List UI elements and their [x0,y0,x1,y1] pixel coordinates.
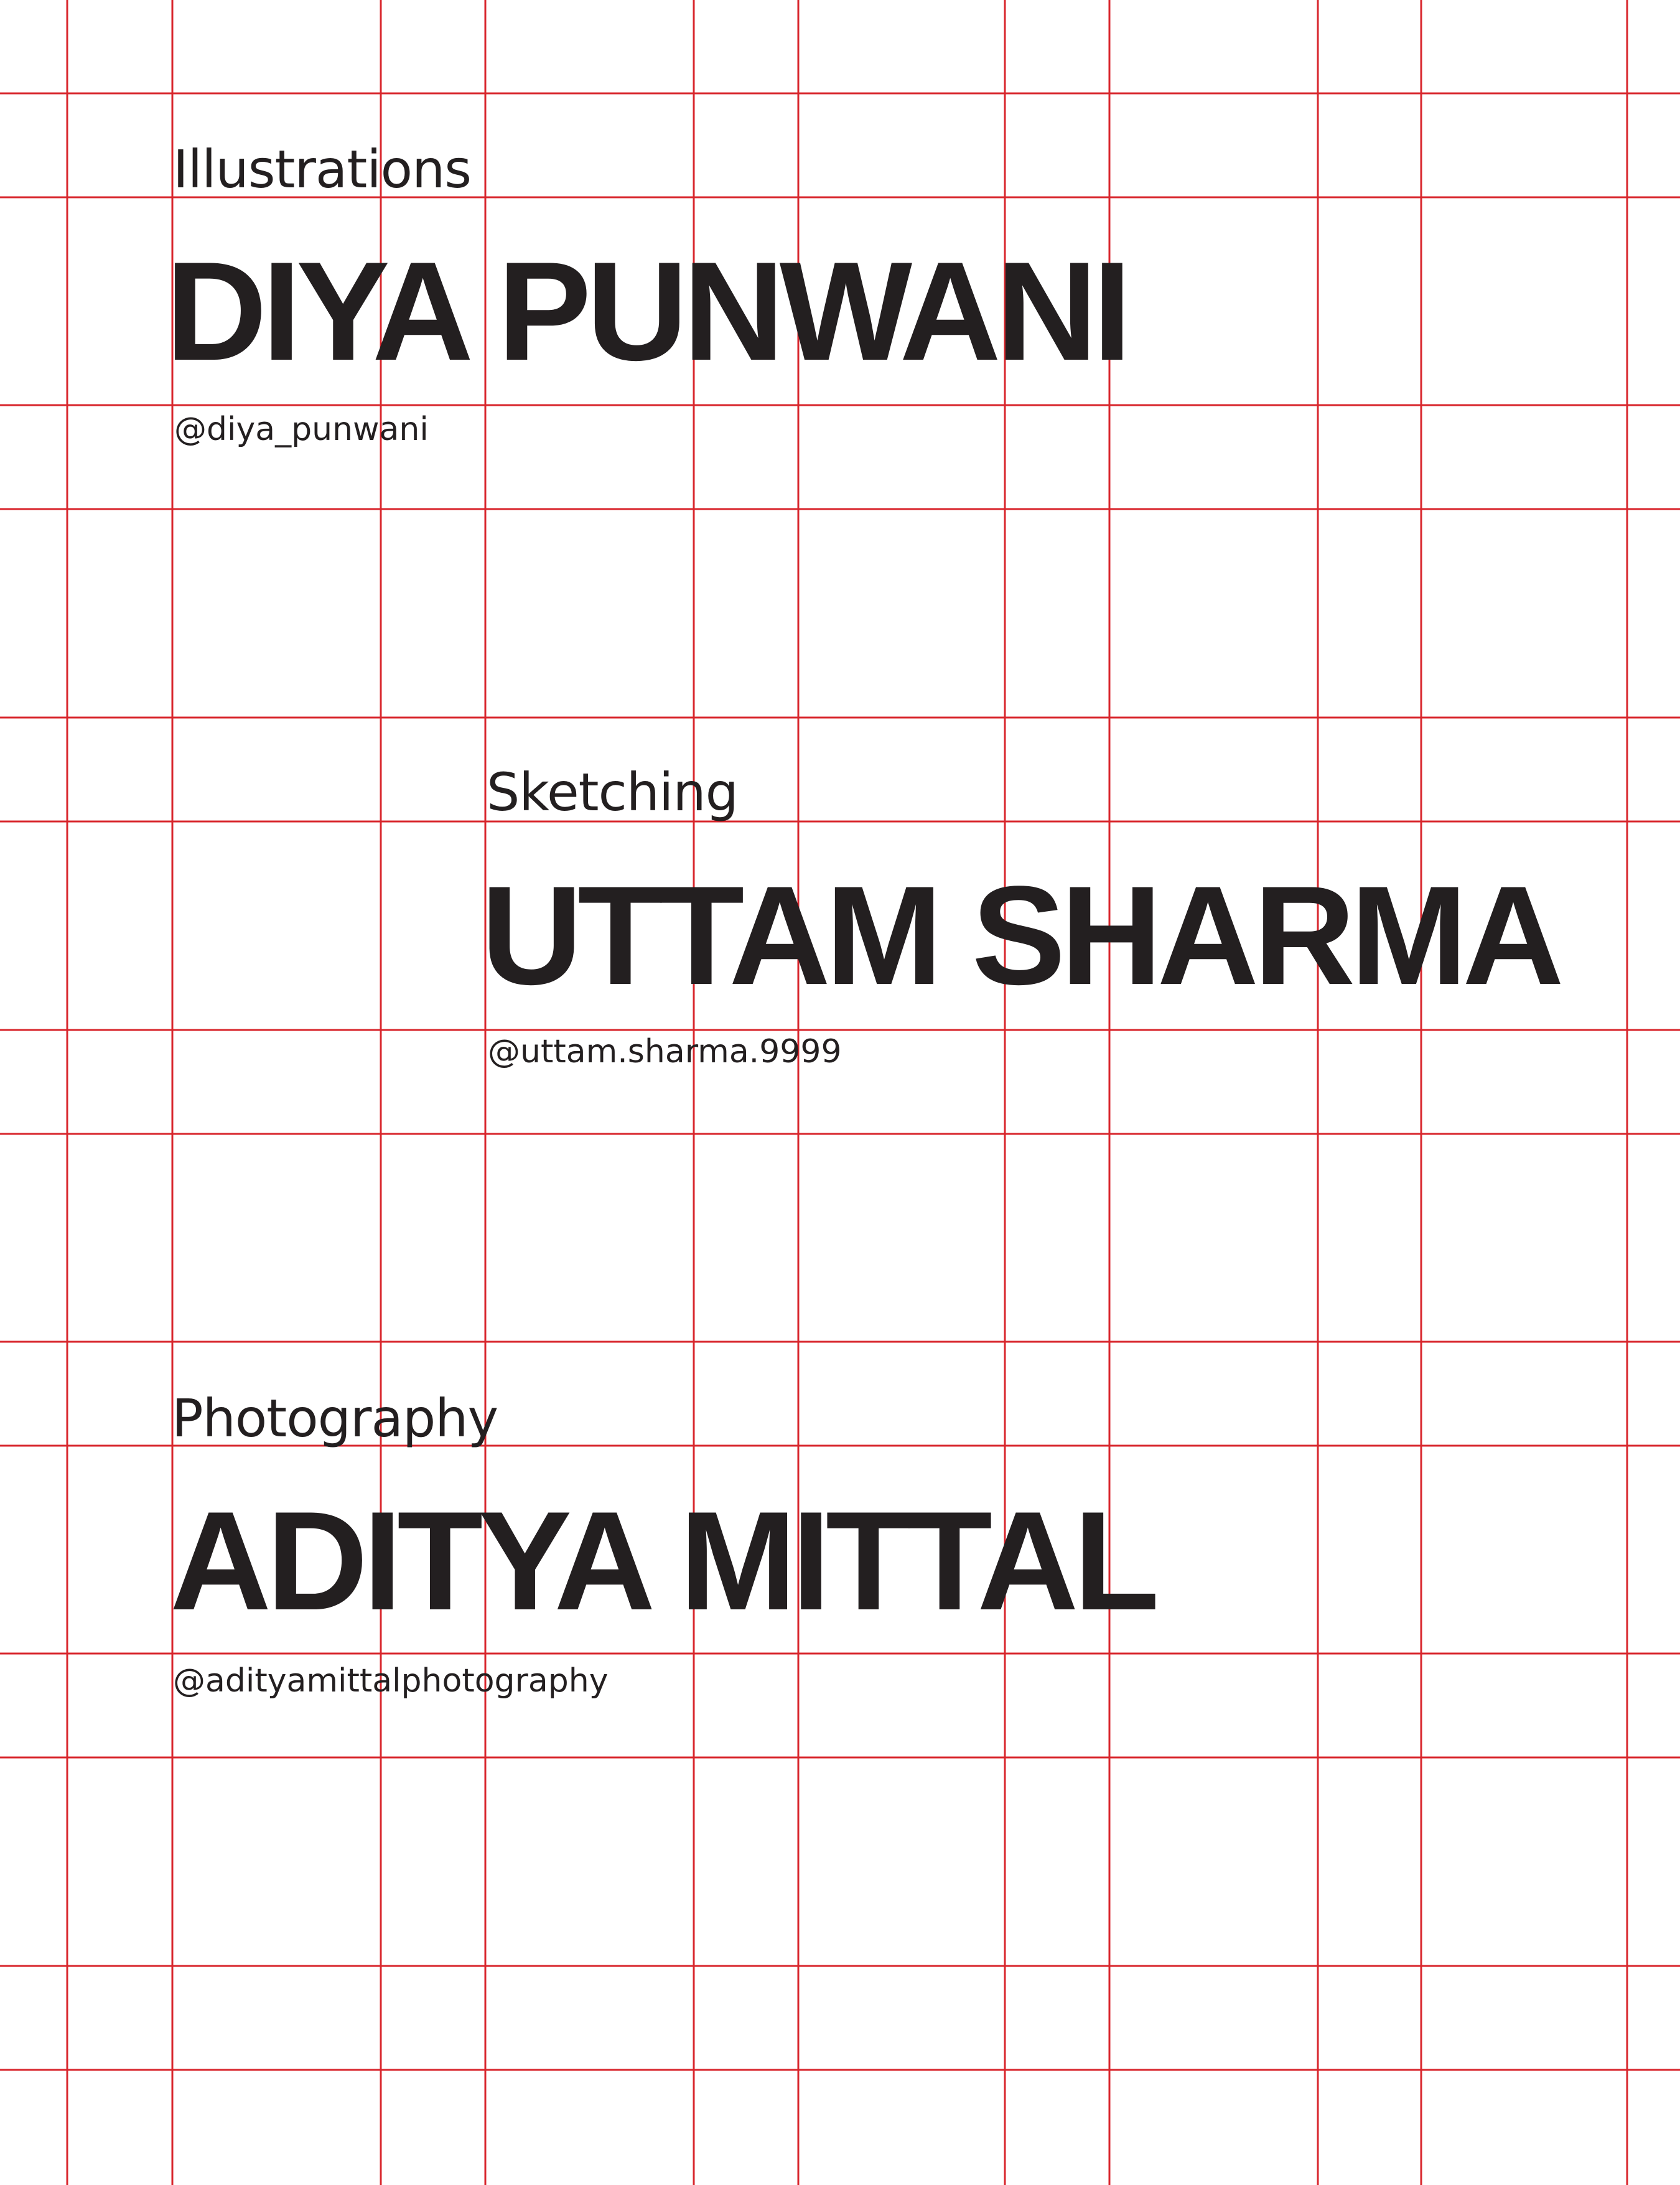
artist-name: ADITYA MITTAL [170,1482,1160,1639]
artist-name: UTTAM SHARMA [481,856,1564,1014]
artist-name: DIYA PUNWANI [166,232,1132,390]
page: Illustrations DIYA PUNWANI @diya_punwani… [0,0,1680,2185]
social-handle: @uttam.sharma.9999 [488,1033,842,1070]
category-label: Sketching [487,762,739,823]
category-label: Photography [172,1388,498,1449]
category-label: Illustrations [173,139,472,200]
social-handle: @diya_punwani [174,411,429,448]
social-handle: @adityamittalphotography [173,1662,609,1700]
